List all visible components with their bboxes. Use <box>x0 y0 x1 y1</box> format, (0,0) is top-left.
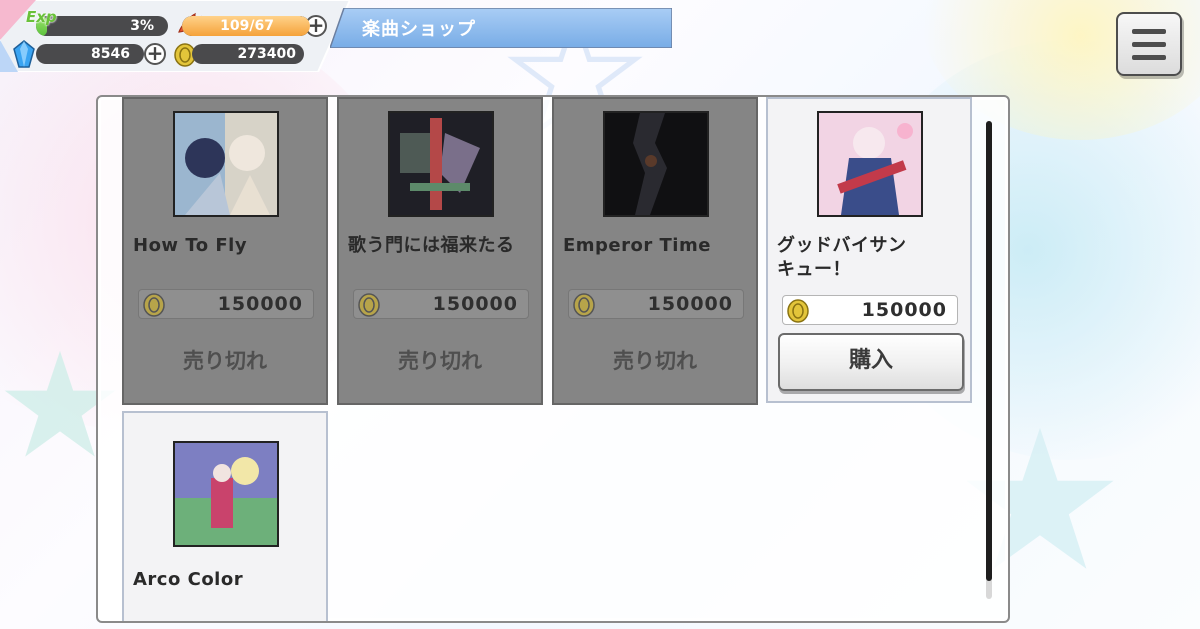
coin-icon <box>573 293 595 317</box>
price-box: 150000 <box>568 289 744 319</box>
song-card-how-to-fly[interactable]: How To Fly 150000 売り切れ <box>122 97 328 405</box>
exp-label: Exp <box>26 8 57 26</box>
coin-icon <box>787 299 809 323</box>
song-title: Emperor Time <box>563 235 711 256</box>
gem-bar: 8546 <box>36 44 144 64</box>
page-title: 楽曲ショップ <box>362 19 476 40</box>
sold-out-label: 売り切れ <box>398 349 482 373</box>
price-value: 150000 <box>647 293 733 315</box>
song-title: How To Fly <box>133 235 248 256</box>
price-box: 150000 <box>353 289 529 319</box>
price-box: 150000 <box>782 295 958 325</box>
song-card-goodbye-thank-you[interactable]: グッドバイサン キュー！ 150000 購入 <box>766 97 972 403</box>
song-title-line2: キュー！ <box>777 259 851 280</box>
buy-button[interactable]: 購入 <box>778 333 964 391</box>
song-title-line1: グッドバイサン <box>777 235 907 256</box>
song-jacket-image <box>173 111 279 217</box>
menu-button[interactable] <box>1116 12 1182 76</box>
song-card-utau-kado[interactable]: 歌う門には福来たる 150000 売り切れ <box>337 97 543 405</box>
sold-out-label: 売り切れ <box>183 349 267 373</box>
price-value: 150000 <box>217 293 303 315</box>
song-jacket-image <box>817 111 923 217</box>
song-jacket-image <box>173 441 279 547</box>
coin-icon <box>143 293 165 317</box>
song-title: Arco Color <box>133 569 244 590</box>
status-hud: 3% Exp 109/67 + 8546 + 273400 <box>0 0 350 72</box>
price-box: 150000 <box>138 289 314 319</box>
menu-line <box>1132 55 1166 60</box>
menu-line <box>1132 29 1166 34</box>
coin-icon <box>358 293 380 317</box>
song-title: 歌う門には福来たる <box>348 235 515 256</box>
exp-value: 3% <box>130 18 154 34</box>
stamina-bar: 109/67 <box>182 16 310 36</box>
price-value: 150000 <box>861 299 947 321</box>
menu-line <box>1132 42 1166 47</box>
coins-value: 273400 <box>237 46 296 62</box>
sold-out-label: 売り切れ <box>613 349 697 373</box>
stamina-value: 109/67 <box>220 18 274 34</box>
gem-icon <box>13 40 35 68</box>
song-shop-panel: How To Fly 150000 売り切れ 歌う門には福来たる 150000 … <box>96 95 1010 623</box>
song-jacket-image <box>603 111 709 217</box>
scrollbar-thumb[interactable] <box>986 121 992 581</box>
price-value: 150000 <box>432 293 518 315</box>
song-jacket-image <box>388 111 494 217</box>
song-card-arco-color[interactable]: Arco Color <box>122 411 328 621</box>
gems-value: 8546 <box>91 46 130 62</box>
coin-bar: 273400 <box>192 44 304 64</box>
add-gems-button[interactable]: + <box>144 43 166 65</box>
song-card-emperor-time[interactable]: Emperor Time 150000 売り切れ <box>552 97 758 405</box>
